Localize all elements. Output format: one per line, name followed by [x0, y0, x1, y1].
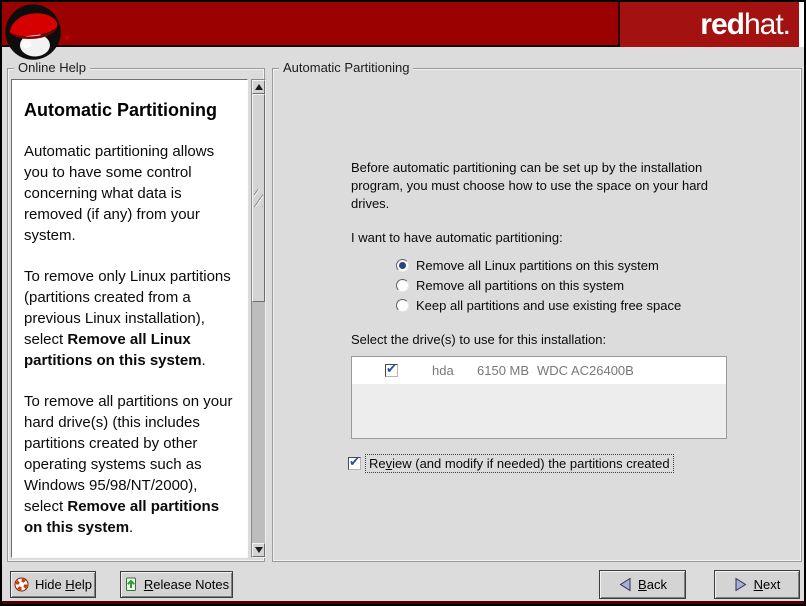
radio-remove-all-partitions[interactable]: Remove all partitions on this system [396, 275, 681, 295]
life-ring-icon [14, 577, 29, 592]
help-p1-text: Automatic partitioning allows you to hav… [24, 143, 214, 244]
hide-help-mnemonic: H [65, 577, 74, 592]
radio-label: Remove all Linux partitions on this syst… [416, 258, 659, 273]
drive-checkbox[interactable]: ✔ [385, 364, 398, 377]
help-text: Automatic Partitioning Automatic partiti… [12, 80, 247, 558]
automatic-partitioning-frame-label: Automatic Partitioning [279, 60, 413, 75]
help-title: Automatic Partitioning [24, 100, 235, 121]
radio-keep-all-partitions[interactable]: Keep all partitions and use existing fre… [396, 295, 681, 315]
scrollbar-down-button[interactable] [252, 543, 265, 557]
scrollbar-grip-icon [254, 189, 263, 207]
scrollbar-thumb[interactable] [252, 94, 265, 302]
radio-button-icon [396, 279, 409, 292]
intro-text: Before automatic partitioning can be set… [351, 159, 709, 213]
release-notes-page-icon [124, 577, 138, 592]
help-paragraph-3: To remove all partitions on your hard dr… [24, 391, 235, 538]
checkmark-icon: ✔ [349, 454, 360, 470]
drive-size: 6150 MB [477, 363, 529, 378]
scrollbar-up-button[interactable] [252, 80, 265, 94]
automatic-partitioning-panel: Automatic Partitioning Before automatic … [272, 68, 802, 562]
release-notes-label: Release Notes [144, 577, 229, 592]
checkmark-icon: ✔ [386, 361, 397, 377]
hide-help-button[interactable]: Hide Help [10, 571, 96, 598]
help-p3-pre: To remove all partitions on your hard dr… [24, 393, 232, 515]
release-notes-post: elease Notes [153, 577, 229, 592]
radio-button-icon [396, 299, 409, 312]
arrow-right-icon [734, 577, 748, 592]
online-help-panel: Online Help Automatic Partitioning Autom… [7, 68, 265, 562]
back-post: ack [647, 577, 667, 592]
help-paragraph-1: Automatic partitioning allows you to hav… [24, 141, 235, 246]
help-paragraph-2: To remove only Linux partitions (partiti… [24, 266, 235, 371]
release-notes-mnemonic: R [144, 577, 153, 592]
partitioning-radio-group: Remove all Linux partitions on this syst… [396, 255, 681, 315]
arrow-down-icon [255, 547, 263, 553]
help-p2-post: . [202, 352, 206, 369]
redhat-wordmark-text: redhat. [700, 2, 804, 47]
wordmark-edge-strip [799, 2, 804, 47]
help-scrollbar[interactable] [251, 79, 266, 558]
drive-device: hda [432, 363, 454, 378]
radio-button-icon [396, 259, 409, 272]
help-p3-post: . [129, 519, 133, 536]
partitioning-prompt: I want to have automatic partitioning: [351, 230, 563, 245]
brand-rest: hat. [744, 8, 790, 41]
arrow-up-icon [255, 84, 263, 90]
radio-label: Remove all partitions on this system [416, 278, 624, 293]
brand-bold: red [700, 8, 744, 41]
header-bar: redhat. [2, 2, 804, 47]
radio-remove-linux-partitions[interactable]: Remove all Linux partitions on this syst… [396, 255, 681, 275]
review-checkbox[interactable]: ✔ [348, 457, 361, 470]
redhat-shadowman-logo-icon [4, 3, 64, 63]
installer-window: redhat. Online Help Automatic Partitioni… [0, 0, 806, 606]
hide-help-post: elp [75, 577, 92, 592]
back-button[interactable]: Back [599, 570, 686, 599]
hide-help-label: Hide Help [35, 577, 92, 592]
bottom-red-strip [2, 601, 804, 604]
radio-label: Keep all partitions and use existing fre… [416, 298, 681, 313]
back-mnemonic: B [638, 577, 647, 592]
redhat-wordmark: redhat. [618, 2, 804, 47]
drive-list[interactable]: ✔ hda 6150 MB WDC AC26400B [351, 356, 727, 439]
back-label: Back [638, 577, 667, 592]
review-partitions-checkbox-row[interactable]: ✔ Review (and modify if needed) the part… [348, 455, 673, 472]
review-label-pre: Re [369, 456, 386, 471]
next-button[interactable]: Next [714, 570, 800, 599]
hide-help-pre: Hide [35, 577, 65, 592]
help-text-viewport: Automatic Partitioning Automatic partiti… [11, 79, 248, 558]
review-checkbox-label: Review (and modify if needed) the partit… [366, 455, 673, 472]
logo-registered-mark [65, 36, 69, 40]
drive-select-label: Select the drive(s) to use for this inst… [351, 332, 606, 347]
drive-row-hda[interactable]: ✔ hda 6150 MB WDC AC26400B [352, 357, 726, 384]
arrow-left-icon [618, 577, 632, 592]
review-label-post: iew (and modify if needed) the partition… [392, 456, 670, 471]
release-notes-button[interactable]: Release Notes [120, 571, 233, 598]
next-mnemonic: N [754, 577, 763, 592]
next-label: Next [754, 577, 781, 592]
drive-model: WDC AC26400B [537, 363, 634, 378]
next-post: ext [763, 577, 780, 592]
